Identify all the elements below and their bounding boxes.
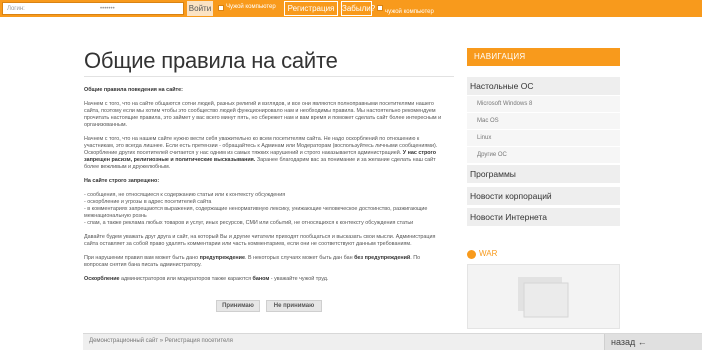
list-item: - оскорбление и угрозы в адрес посетител…: [84, 199, 212, 205]
war-image-placeholder[interactable]: [467, 264, 620, 329]
sidebar-subitem-linux[interactable]: Linux: [467, 130, 620, 146]
warn-text-1: При нарушении правил вам может быть дано: [84, 255, 199, 261]
insult-bold-2: баном: [252, 276, 270, 282]
forgot-button[interactable]: Забыли?: [341, 1, 375, 16]
insult-text-1: администраторов или модераторов также ка…: [119, 276, 253, 282]
respect-text: Начнем с того, что на нашем сайте нужно …: [84, 136, 438, 156]
register-button[interactable]: Регистрация: [284, 1, 338, 16]
rules-paragraph-intro: Начнем с того, что на сайте общаются сот…: [84, 101, 442, 128]
rules-text: Общие правила поведения на сайте: Начнем…: [84, 87, 444, 290]
warn-text-2: . В некоторых случаях может быть дан бан: [244, 255, 353, 261]
insult-bold-1: Оскорбление: [84, 276, 120, 282]
page-title: Общие правила на сайте: [84, 48, 338, 73]
decline-button[interactable]: Не принимаю: [266, 300, 322, 312]
rules-heading-forbidden: На сайте строго запрещено:: [84, 178, 160, 184]
insult-text-2: - уважайте чужой труд.: [269, 276, 329, 282]
sidebar-item-programs[interactable]: Программы: [467, 165, 620, 183]
login-button[interactable]: Войти: [187, 1, 213, 16]
accept-button[interactable]: Принимаю: [216, 300, 260, 312]
nav-header: НАВИГАЦИЯ: [467, 48, 620, 66]
rules-paragraph-warnings: При нарушении правил вам может быть дано…: [84, 255, 444, 269]
list-item: - в комментариях запрещаются выражения, …: [84, 206, 428, 219]
war-title[interactable]: WAR: [479, 249, 497, 258]
list-item: - сообщения, не относящиеся к содержанию…: [84, 192, 286, 198]
sidebar-subitem-other-os[interactable]: Другие ОС: [467, 147, 620, 163]
foreign-pc-label: чужой компьютер: [385, 9, 434, 15]
breadcrumb: Демонстрационный сайт » Регистрация посе…: [89, 338, 233, 344]
back-button[interactable]: назад ←: [604, 334, 702, 350]
forbidden-list: - сообщения, не относящиеся к содержанию…: [84, 192, 444, 227]
list-item: - спам, а также реклама любых товаров и …: [84, 220, 414, 226]
sidebar-item-desktop-os[interactable]: Настольные ОС: [467, 77, 620, 95]
sidebar-item-corp-news[interactable]: Новости корпораций: [467, 187, 620, 205]
remember-label: Чужой компьютер: [226, 4, 276, 10]
image-placeholder-icon: [518, 277, 569, 318]
rules-paragraph-insult: Оскорбление администраторов или модерато…: [84, 276, 444, 283]
top-login-bar: Логин: ••••••• Войти Чужой компьютер Рег…: [0, 0, 702, 17]
sidebar-item-internet-news[interactable]: Новости Интернета: [467, 208, 620, 226]
rules-paragraph-respect: Начнем с того, что на нашем сайте нужно …: [84, 136, 444, 171]
sidebar-subitem-macos[interactable]: Mac OS: [467, 113, 620, 129]
warn-bold-1: предупреждение: [199, 255, 245, 261]
sidebar-subitem-windows8[interactable]: Microsoft Windows 8: [467, 96, 620, 112]
title-divider: [84, 76, 454, 77]
bottom-bar: Демонстрационный сайт » Регистрация посе…: [83, 333, 702, 350]
warn-bold-2: без предупреждений: [354, 255, 411, 261]
war-icon: [467, 250, 476, 259]
rules-paragraph-mutual: Давайте будем уважать друг друга и сайт,…: [84, 234, 436, 247]
remember-checkbox[interactable]: [218, 5, 224, 11]
foreign-pc-checkbox[interactable]: [377, 5, 383, 11]
password-input[interactable]: •••••••: [96, 2, 184, 15]
rules-heading-general: Общие правила поведения на сайте:: [84, 87, 183, 93]
